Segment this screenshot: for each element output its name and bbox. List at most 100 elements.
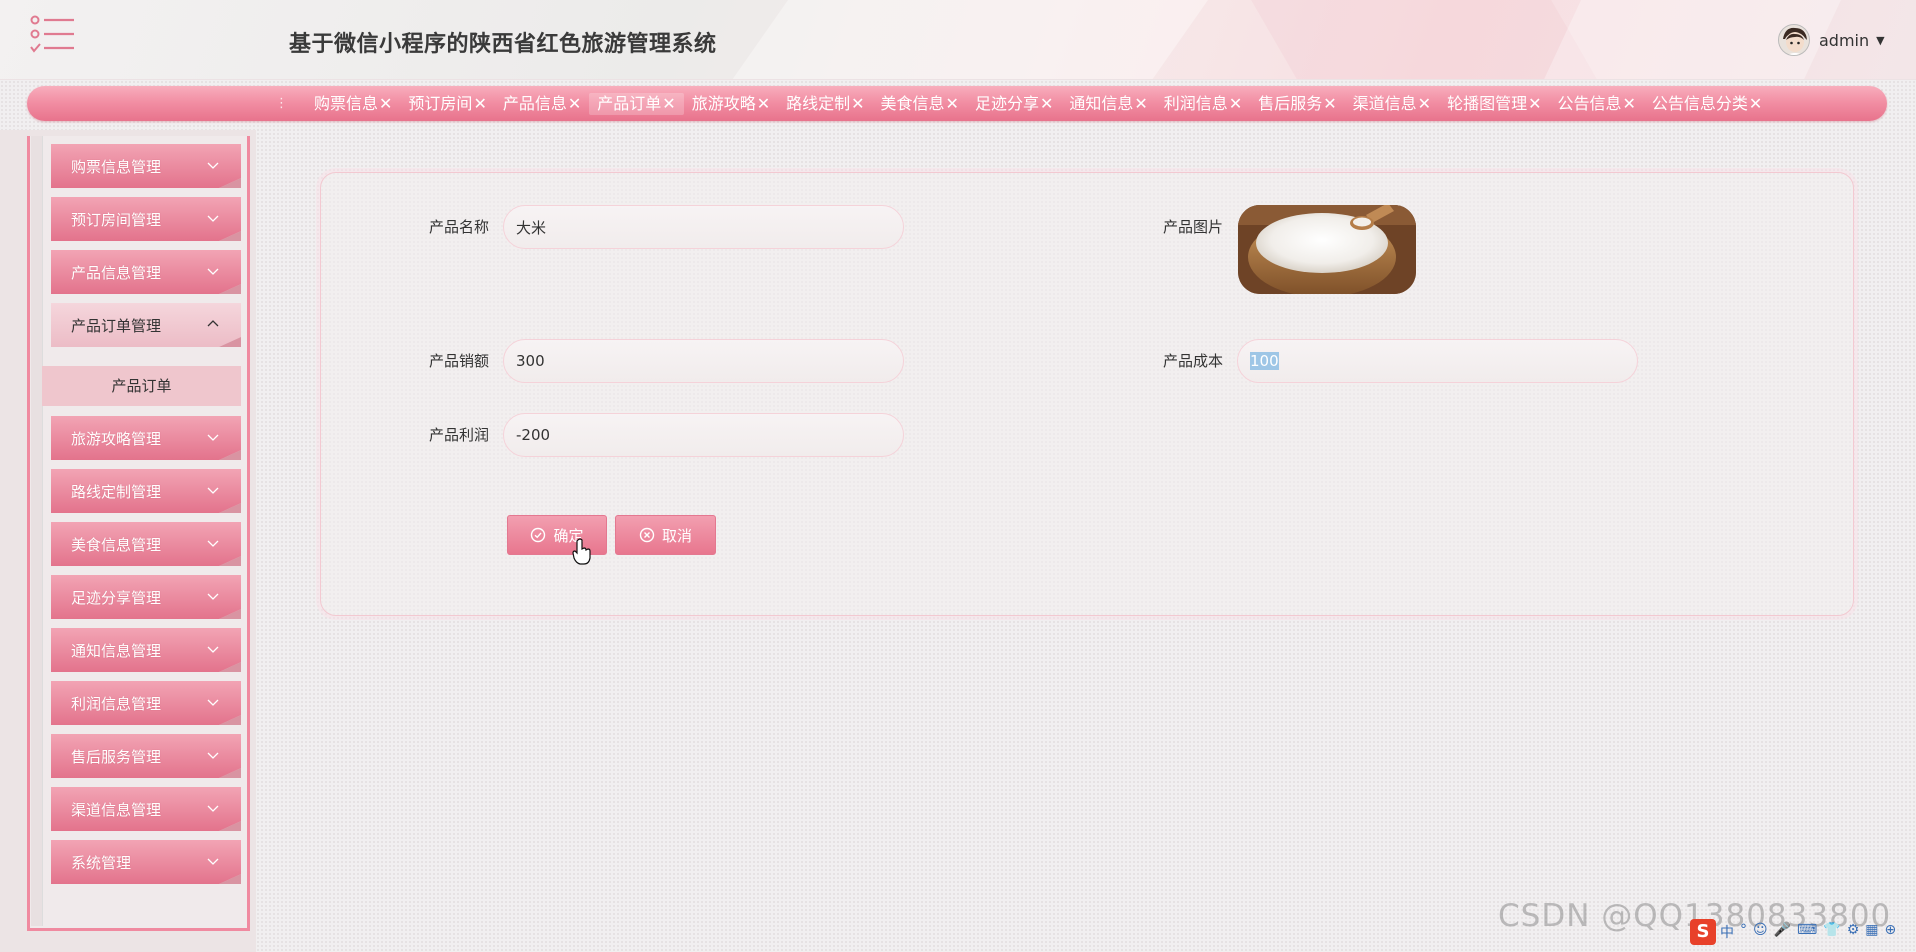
close-icon[interactable]: ✕ — [1040, 94, 1053, 113]
product-name-label: 产品名称 — [429, 218, 490, 236]
product-image[interactable] — [1238, 205, 1416, 294]
sidebar-item-4[interactable]: 旅游攻略管理 — [51, 416, 241, 460]
tab-13[interactable]: 公告信息✕ — [1549, 93, 1643, 115]
header-decoration — [703, 0, 1237, 79]
sidebar-item-label: 售后服务管理 — [71, 748, 162, 766]
sidebar-item-label: 产品信息管理 — [71, 264, 162, 282]
sidebar-item-label: 足迹分享管理 — [71, 589, 162, 607]
tray-icon[interactable]: 👕 — [1823, 922, 1840, 942]
tab-14[interactable]: 公告信息分类✕ — [1644, 93, 1770, 115]
tab-label: 美食信息 — [880, 93, 945, 113]
close-icon[interactable]: ✕ — [1418, 94, 1431, 113]
close-icon[interactable]: ✕ — [473, 94, 486, 113]
sidebar-subitem-product-order[interactable]: 产品订单 — [42, 366, 241, 406]
sidebar-item-0[interactable]: 购票信息管理 — [51, 144, 241, 188]
tray-icon[interactable]: ☺ — [1753, 922, 1768, 942]
tab-label: 足迹分享 — [974, 93, 1039, 113]
tab-9[interactable]: 利润信息✕ — [1156, 93, 1250, 115]
top-header: 基于微信小程序的陕西省红色旅游管理系统 admin ▼ — [0, 0, 1916, 80]
cancel-button[interactable]: 取消 — [615, 515, 716, 555]
tab-label: 产品信息 — [502, 93, 567, 113]
confirm-button[interactable]: 确定 — [507, 515, 607, 555]
check-circle-icon — [531, 527, 546, 543]
sidebar-item-label: 产品订单管理 — [71, 317, 162, 335]
sidebar-item-2[interactable]: 产品信息管理 — [51, 250, 241, 294]
tab-more-icon[interactable]: ⋮ — [275, 96, 288, 111]
close-icon[interactable]: ✕ — [757, 94, 770, 113]
tab-6[interactable]: 美食信息✕ — [873, 93, 967, 115]
sidebar-item-label: 旅游攻略管理 — [71, 430, 162, 448]
close-icon[interactable]: ✕ — [1623, 94, 1636, 113]
sidebar-item-5[interactable]: 路线定制管理 — [51, 469, 241, 513]
ime-logo-icon[interactable]: S — [1690, 919, 1716, 945]
close-icon[interactable]: ✕ — [1323, 94, 1336, 113]
tab-label: 通知信息 — [1069, 93, 1134, 113]
sidebar-item-1[interactable]: 预订房间管理 — [51, 197, 241, 241]
product-profit-label: 产品利润 — [429, 426, 490, 444]
close-icon[interactable]: ✕ — [568, 94, 581, 113]
tab-10[interactable]: 售后服务✕ — [1250, 93, 1344, 115]
tab-7[interactable]: 足迹分享✕ — [967, 93, 1061, 115]
tray-icon[interactable]: ⌨ — [1797, 922, 1817, 942]
product-name-input[interactable] — [503, 205, 904, 249]
product-sales-label: 产品销额 — [429, 352, 490, 370]
cancel-button-label: 取消 — [661, 526, 692, 545]
sidebar-item-6[interactable]: 美食信息管理 — [51, 522, 241, 566]
sidebar-item-3[interactable]: 产品订单管理 — [51, 303, 241, 347]
tab-3[interactable]: 产品订单✕ — [589, 92, 684, 115]
chevron-down-icon — [207, 593, 219, 600]
tab-1[interactable]: 预订房间✕ — [400, 93, 494, 115]
chevron-down-icon — [207, 268, 219, 275]
tab-12[interactable]: 轮播图管理✕ — [1439, 93, 1549, 115]
tray-icon[interactable]: 🎤 — [1774, 922, 1791, 942]
sidebar-item-label: 利润信息管理 — [71, 695, 162, 713]
sidebar-item-9[interactable]: 利润信息管理 — [51, 681, 241, 725]
tab-5[interactable]: 路线定制✕ — [778, 93, 872, 115]
tab-4[interactable]: 旅游攻略✕ — [684, 93, 778, 115]
close-icon[interactable]: ✕ — [851, 94, 864, 113]
product-cost-input[interactable]: 100 — [1237, 339, 1638, 383]
tab-list: 购票信息✕ 预订房间✕ 产品信息✕ 产品订单✕ 旅游攻略✕ 路线定制✕ 美食信息✕ 足迹分享✕… — [306, 92, 1770, 115]
tab-11[interactable]: 渠道信息✕ — [1345, 93, 1439, 115]
close-icon[interactable]: ✕ — [379, 94, 392, 113]
tab-2[interactable]: 产品信息✕ — [495, 93, 589, 115]
close-icon[interactable]: ✕ — [1134, 94, 1147, 113]
tray-icon[interactable]: ▦ — [1865, 922, 1878, 942]
avatar — [1778, 24, 1810, 56]
chevron-down-icon — [207, 752, 219, 759]
chevron-down-icon — [207, 434, 219, 441]
sidebar-item-10[interactable]: 售后服务管理 — [51, 734, 241, 778]
product-profit-input[interactable] — [503, 413, 904, 457]
sidebar-item-7[interactable]: 足迹分享管理 — [51, 575, 241, 619]
user-menu[interactable]: admin ▼ — [1778, 22, 1885, 58]
close-icon[interactable]: ✕ — [1528, 94, 1541, 113]
sidebar-item-11[interactable]: 渠道信息管理 — [51, 787, 241, 831]
chevron-down-icon — [207, 805, 219, 812]
sidebar-item-label: 美食信息管理 — [71, 536, 162, 554]
tab-label: 公告信息 — [1557, 93, 1622, 113]
sidebar-item-8[interactable]: 通知信息管理 — [51, 628, 241, 672]
sidebar-item-label: 预订房间管理 — [71, 211, 162, 229]
tray-icon[interactable]: 中 — [1720, 922, 1734, 942]
sidebar-item-label: 购票信息管理 — [71, 158, 162, 176]
chevron-down-icon — [207, 215, 219, 222]
menu-toggle-icon[interactable] — [30, 14, 76, 56]
tray-icon[interactable]: ° — [1740, 922, 1747, 942]
tab-8[interactable]: 通知信息✕ — [1061, 93, 1155, 115]
tab-0[interactable]: 购票信息✕ — [306, 93, 400, 115]
tab-label: 售后服务 — [1258, 93, 1323, 113]
user-name: admin — [1819, 30, 1870, 50]
tray-icon[interactable]: ⚙ — [1847, 922, 1860, 942]
sidebar-item-12[interactable]: 系统管理 — [51, 840, 241, 884]
chevron-down-icon — [207, 858, 219, 865]
sidebar-item-label: 系统管理 — [71, 854, 132, 872]
close-icon[interactable]: ✕ — [1749, 94, 1762, 113]
close-icon[interactable]: ✕ — [662, 94, 675, 113]
tab-bar: ⋮ 购票信息✕ 预订房间✕ 产品信息✕ 产品订单✕ 旅游攻略✕ 路线定制✕ 美食信息✕ 足迹分… — [27, 86, 1887, 121]
tray-icon[interactable]: ⊕ — [1885, 922, 1897, 942]
close-icon[interactable]: ✕ — [1229, 94, 1242, 113]
product-sales-input[interactable] — [503, 339, 904, 383]
sidebar-scrollbar[interactable] — [31, 136, 43, 926]
close-icon[interactable]: ✕ — [946, 94, 959, 113]
tab-label: 产品订单 — [597, 93, 662, 113]
